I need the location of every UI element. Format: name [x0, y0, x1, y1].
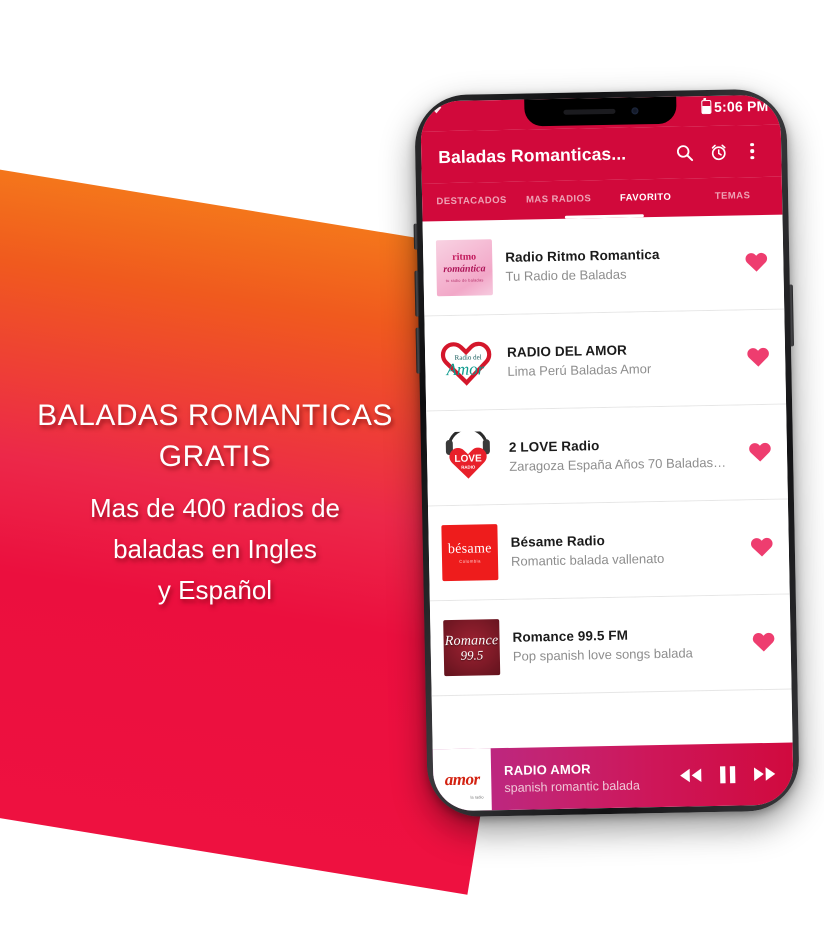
list-item[interactable]: bésame Colombia Bésame Radio Romantic ba…: [427, 499, 790, 602]
phone-volume-up-button: [414, 270, 420, 317]
player-station-name: RADIO AMOR: [503, 761, 591, 779]
tab-mas-radios[interactable]: MAS RADIOS: [515, 193, 602, 208]
logo-line-1: Romance: [444, 632, 499, 649]
list-item[interactable]: Romance 99.5 Romance 99.5 FM Pop spanish…: [429, 594, 792, 697]
app-bar: Baladas Romanticas...: [420, 124, 782, 184]
tab-bar: DESTACADOS MAS RADIOS FAVORITO TEMAS: [421, 176, 783, 222]
player-station-description: spanish romantic balada: [504, 778, 641, 796]
tab-favorito[interactable]: FAVORITO: [602, 191, 689, 206]
station-title: Romance 99.5 FM: [512, 627, 629, 645]
favorite-heart-icon[interactable]: [745, 344, 771, 370]
station-title: Radio Ritmo Romantica: [505, 246, 660, 265]
phone-power-button: [788, 284, 794, 347]
player-logo-subtext: la radio: [470, 794, 484, 800]
list-item[interactable]: ritmo romántica tu radio de baladas Radi…: [422, 214, 785, 317]
station-title: RADIO DEL AMOR: [506, 342, 628, 360]
phone-notch: [524, 96, 677, 127]
list-item-text: Radio Ritmo Romantica Tu Radio de Balada…: [505, 246, 731, 284]
list-item-text: 2 LOVE Radio Zaragoza España Años 70 Bal…: [509, 436, 735, 474]
radio-amor-logo: amor la radio: [432, 748, 492, 812]
svg-text:RADIO: RADIO: [461, 465, 476, 470]
besame-radio-logo: bésame Colombia: [441, 524, 499, 582]
phone-mute-switch: [413, 223, 419, 250]
status-bar-time: 5:06 PM: [713, 97, 769, 115]
station-subtitle: Zaragoza España Años 70 Baladas…: [509, 454, 727, 474]
phone-mockup: 5:06 PM Baladas Romanticas... DESTACADOS…: [413, 88, 800, 818]
wifi-icon: [430, 104, 442, 117]
station-list[interactable]: ritmo romántica tu radio de baladas Radi…: [422, 214, 793, 750]
favorite-heart-icon[interactable]: [750, 629, 776, 655]
front-camera: [630, 107, 639, 115]
svg-text:Amor: Amor: [445, 359, 485, 379]
earpiece-speaker: [562, 108, 615, 115]
battery-icon: [700, 99, 712, 115]
search-icon[interactable]: [669, 137, 700, 168]
love-radio-logo: LOVE RADIO: [439, 429, 497, 487]
station-subtitle: Pop spanish love songs balada: [512, 645, 693, 664]
logo-line-2: Colombia: [459, 557, 481, 564]
romance-995-logo: Romance 99.5: [443, 619, 501, 677]
station-subtitle: Tu Radio de Baladas: [505, 266, 627, 284]
logo-line-2: romántica: [443, 263, 486, 276]
station-subtitle: Lima Perú Baladas Amor: [507, 361, 652, 379]
tab-destacados[interactable]: DESTACADOS: [428, 194, 515, 209]
player-text: RADIO AMOR spanish romantic balada: [491, 745, 673, 810]
station-title: Bésame Radio: [510, 533, 606, 550]
player-logo-text: amor: [444, 769, 480, 790]
list-item-text: Romance 99.5 FM Pop spanish love songs b…: [512, 626, 738, 664]
player-controls: [672, 742, 794, 806]
status-bar-right: 5:06 PM: [700, 97, 769, 115]
list-item[interactable]: LOVE RADIO 2 LOVE Radio Zaragoza España …: [426, 404, 788, 507]
radio-ritmo-romantica-logo: ritmo romántica tu radio de baladas: [435, 239, 493, 297]
status-bar-left: [430, 104, 442, 117]
promo-screenshot: BALADAS ROMANTICAS GRATIS Mas de 400 rad…: [0, 0, 824, 940]
favorite-heart-icon[interactable]: [749, 534, 775, 560]
logo-line-3: tu radio de baladas: [445, 277, 484, 284]
now-playing-bar[interactable]: amor la radio RADIO AMOR spanish romanti…: [432, 742, 794, 812]
svg-text:LOVE: LOVE: [454, 453, 482, 465]
logo-line-1: ritmo: [452, 251, 477, 263]
logo-line-2: 99.5: [460, 646, 484, 663]
alarm-icon[interactable]: [703, 137, 734, 168]
favorite-heart-icon[interactable]: [743, 249, 769, 275]
phone-volume-down-button: [415, 327, 421, 374]
list-item-text: Bésame Radio Romantic balada vallenato: [511, 531, 737, 569]
radio-del-amor-logo: Radio del Amor: [437, 334, 495, 392]
station-subtitle: Romantic balada vallenato: [510, 550, 665, 569]
favorite-heart-icon[interactable]: [747, 439, 773, 465]
phone-screen: 5:06 PM Baladas Romanticas... DESTACADOS…: [420, 94, 794, 812]
tab-temas[interactable]: TEMAS: [689, 189, 776, 204]
app-title: Baladas Romanticas...: [438, 143, 627, 167]
list-item[interactable]: Radio del Amor RADIO DEL AMOR Lima Perú …: [424, 309, 787, 412]
station-title: 2 LOVE Radio: [508, 438, 600, 455]
list-item-text: RADIO DEL AMOR Lima Perú Baladas Amor: [507, 341, 733, 379]
logo-line-1: bésame: [447, 540, 492, 557]
rewind-button[interactable]: [678, 766, 703, 784]
forward-button[interactable]: [752, 765, 777, 783]
overflow-menu-icon[interactable]: [737, 136, 768, 167]
pause-button[interactable]: [719, 765, 736, 785]
